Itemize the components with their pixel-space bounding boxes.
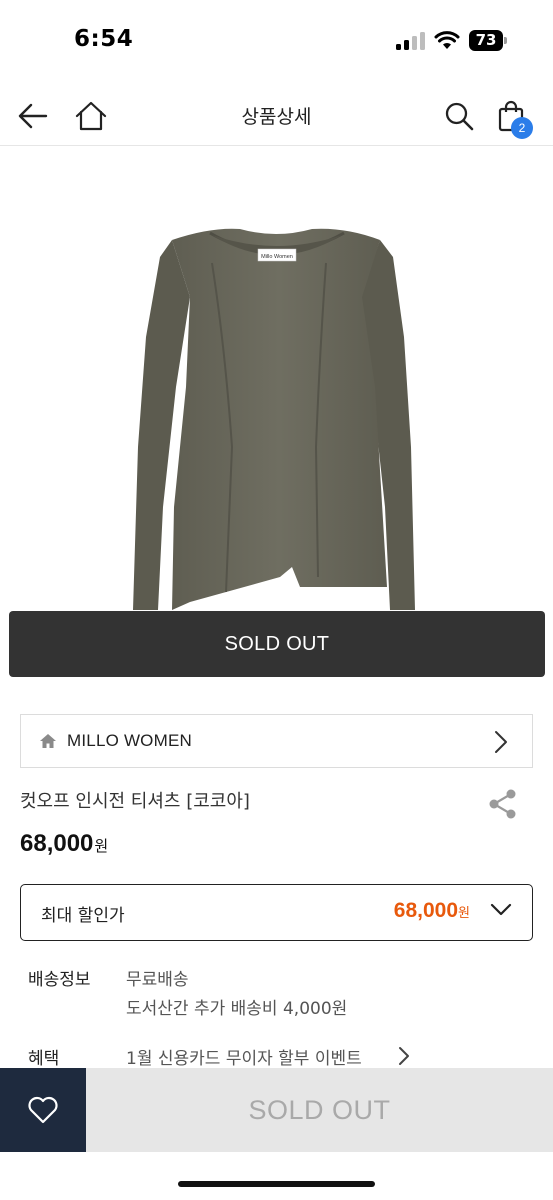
discount-price-unit: 원 — [458, 905, 470, 920]
sold-out-overlay: SOLD OUT — [9, 611, 545, 677]
discount-price: 68,000원 — [394, 899, 470, 923]
neck-label-text: Millo Women — [261, 254, 293, 260]
sold-out-button[interactable]: SOLD OUT — [86, 1068, 553, 1152]
product-image[interactable]: Millo Women — [0, 147, 553, 612]
price-value: 68,000 — [20, 830, 94, 857]
share-icon[interactable] — [488, 788, 518, 820]
product-name: 컷오프 인시전 티셔츠 [코코아] — [20, 791, 250, 812]
status-time: 6:54 — [74, 26, 134, 52]
shipping-extra-fee: 도서산간 추가 배송비 4,000원 — [126, 999, 348, 1019]
battery-icon: 73 — [469, 30, 507, 51]
wifi-icon — [434, 31, 460, 49]
price-unit: 원 — [94, 838, 109, 855]
bottom-action-bar: SOLD OUT — [0, 1068, 553, 1152]
shipping-free: 무료배송 — [126, 970, 189, 990]
battery-level: 73 — [469, 30, 503, 51]
cart-count-badge: 2 — [511, 117, 533, 139]
brand-link[interactable]: MILLO WOMEN — [20, 714, 533, 768]
discount-label: 최대 할인가 — [41, 906, 125, 926]
status-bar: 6:54 73 — [0, 0, 553, 80]
product-price: 68,000원 — [20, 830, 108, 858]
chevron-down-icon — [490, 903, 512, 916]
brand-name: MILLO WOMEN — [67, 731, 192, 750]
heart-icon — [28, 1096, 58, 1124]
shipping-label: 배송정보 — [28, 970, 91, 990]
wishlist-button[interactable] — [0, 1068, 86, 1152]
chevron-right-icon — [495, 731, 507, 753]
app-header: 상품상세 — [0, 86, 553, 146]
chevron-right-icon[interactable] — [398, 1046, 410, 1066]
max-discount-dropdown[interactable]: 최대 할인가 68,000원 — [20, 884, 533, 941]
garment-illustration: Millo Women — [133, 228, 415, 610]
benefit-link[interactable]: 1월 신용카드 무이자 할부 이벤트 — [126, 1044, 362, 1069]
search-icon — [445, 102, 474, 131]
search-button[interactable] — [441, 98, 477, 134]
discount-price-value: 68,000 — [393, 899, 459, 922]
benefit-label: 혜택 — [28, 1049, 60, 1069]
home-icon — [40, 734, 56, 748]
signal-icon — [396, 32, 426, 50]
home-indicator — [178, 1181, 375, 1187]
